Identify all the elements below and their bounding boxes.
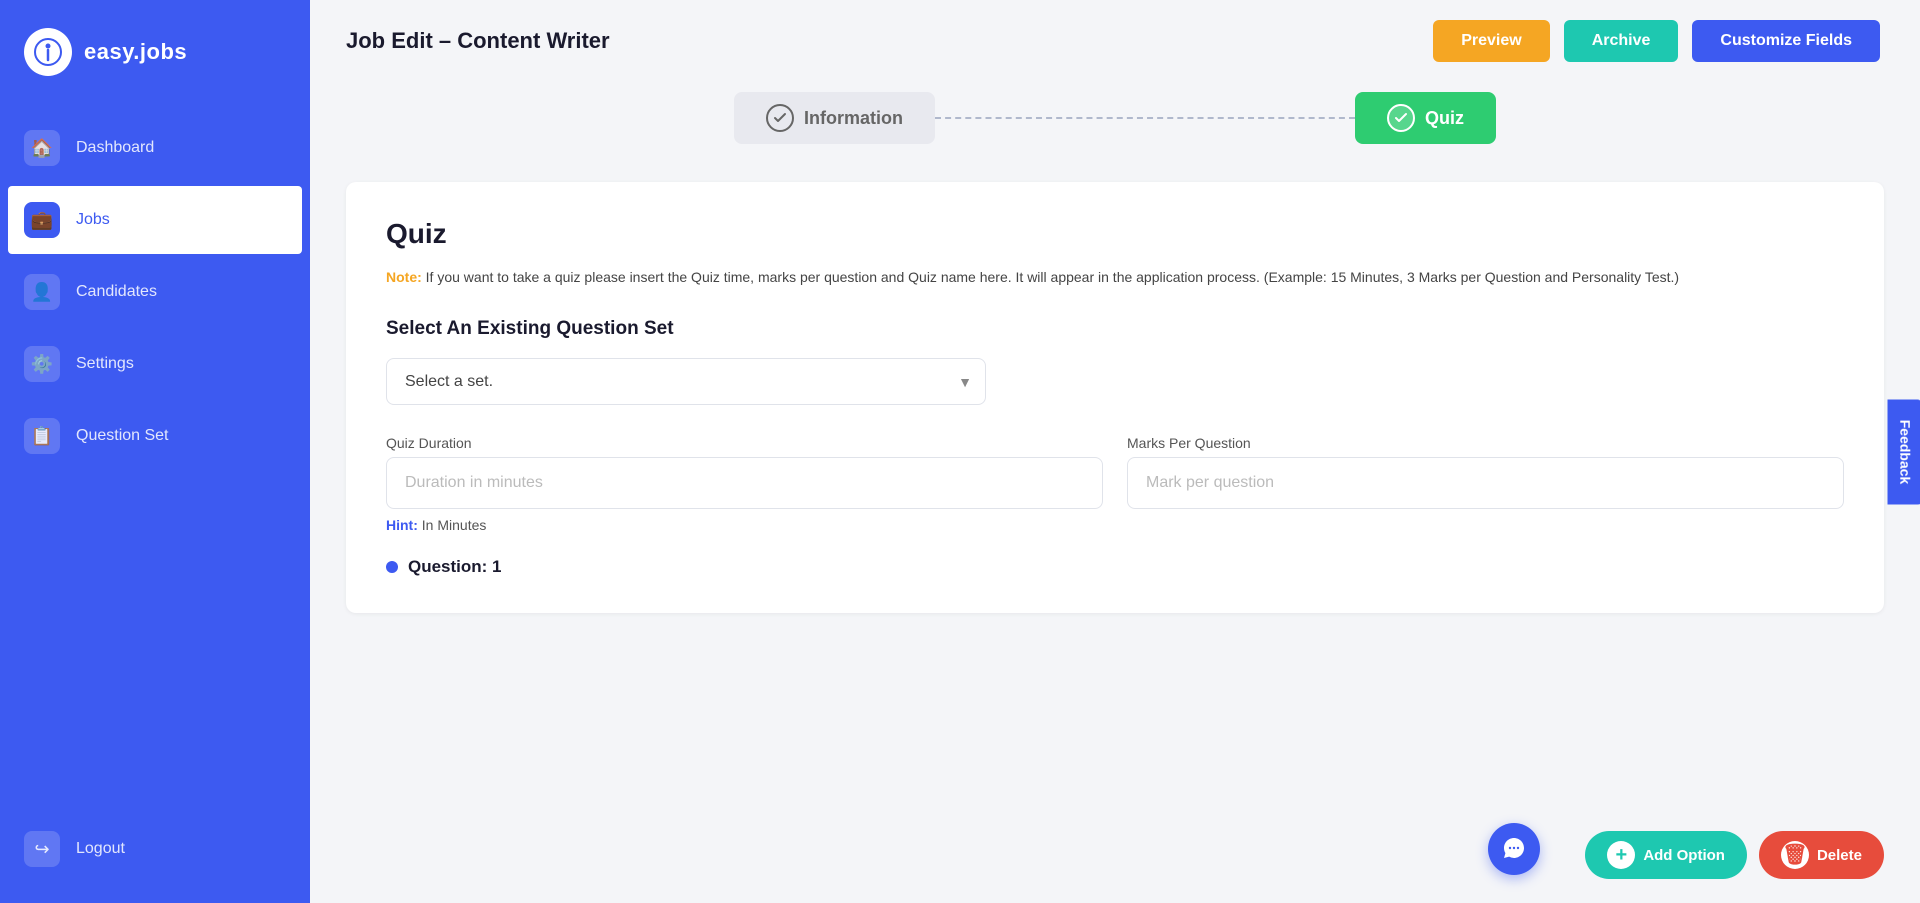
- step-information-icon: [766, 104, 794, 132]
- note-text: If you want to take a quiz please insert…: [422, 269, 1679, 285]
- marks-input[interactable]: [1127, 457, 1844, 509]
- question-item-1: Question: 1: [386, 557, 1844, 577]
- dashboard-label: Dashboard: [76, 139, 154, 157]
- feedback-tab[interactable]: Feedback: [1888, 399, 1920, 504]
- logout-icon: ↪: [24, 831, 60, 867]
- chat-bubble-button[interactable]: [1488, 823, 1540, 875]
- archive-button[interactable]: Archive: [1564, 20, 1679, 62]
- hint-value: In Minutes: [418, 517, 486, 533]
- sidebar-nav: 🏠 Dashboard 💼 Jobs 👤 Candidates ⚙️ Setti…: [0, 114, 310, 470]
- sidebar-item-settings[interactable]: ⚙️ Settings: [0, 330, 310, 398]
- sidebar: easy.jobs 🏠 Dashboard 💼 Jobs 👤 Candidate…: [0, 0, 310, 903]
- settings-icon: ⚙️: [24, 346, 60, 382]
- question-dot: [386, 561, 398, 573]
- add-option-button[interactable]: + Add Option: [1585, 831, 1747, 879]
- step-quiz-label: Quiz: [1425, 108, 1464, 129]
- question-label: Question: 1: [408, 557, 502, 577]
- sidebar-item-jobs[interactable]: 💼 Jobs: [8, 186, 302, 254]
- sidebar-item-candidates[interactable]: 👤 Candidates: [0, 258, 310, 326]
- step-quiz-icon: [1387, 104, 1415, 132]
- duration-field-group: Quiz Duration: [386, 435, 1103, 509]
- candidates-label: Candidates: [76, 283, 157, 301]
- page-header: Job Edit – Content Writer Preview Archiv…: [310, 0, 1920, 78]
- jobs-label: Jobs: [76, 211, 110, 229]
- candidates-icon: 👤: [24, 274, 60, 310]
- note-label: Note:: [386, 269, 422, 285]
- duration-input[interactable]: [386, 457, 1103, 509]
- app-logo-text: easy.jobs: [84, 39, 187, 65]
- steps-bar: Information Quiz: [310, 78, 1920, 158]
- question-set-select-wrapper: Select a set. ▼: [386, 358, 986, 405]
- page-title: Job Edit – Content Writer: [346, 28, 610, 54]
- add-option-label: Add Option: [1643, 847, 1725, 864]
- customize-fields-button[interactable]: Customize Fields: [1692, 20, 1880, 62]
- fields-row: Quiz Duration Marks Per Question: [386, 435, 1844, 509]
- marks-label: Marks Per Question: [1127, 435, 1844, 451]
- step-information[interactable]: Information: [734, 92, 935, 144]
- question-set-icon: 📋: [24, 418, 60, 454]
- question-set-label: Question Set: [76, 427, 169, 445]
- delete-label: Delete: [1817, 847, 1862, 864]
- step-connector: [935, 117, 1355, 119]
- question-set-select[interactable]: Select a set.: [386, 358, 986, 405]
- sidebar-item-dashboard[interactable]: 🏠 Dashboard: [0, 114, 310, 182]
- sidebar-item-question-set[interactable]: 📋 Question Set: [0, 402, 310, 470]
- preview-button[interactable]: Preview: [1433, 20, 1549, 62]
- step-information-label: Information: [804, 108, 903, 129]
- quiz-title: Quiz: [386, 218, 1844, 250]
- sidebar-item-logout[interactable]: ↪ Logout: [0, 815, 310, 883]
- main-content: Job Edit – Content Writer Preview Archiv…: [310, 0, 1920, 903]
- sidebar-logo: easy.jobs: [0, 0, 310, 104]
- marks-field-group: Marks Per Question: [1127, 435, 1844, 509]
- bottom-actions: + Add Option 🗑 Delete: [1585, 831, 1884, 879]
- logout-label: Logout: [76, 840, 125, 858]
- header-actions: Preview Archive Customize Fields: [1433, 20, 1880, 62]
- content-area: Quiz Note: If you want to take a quiz pl…: [310, 158, 1920, 903]
- add-option-icon: +: [1607, 841, 1635, 869]
- feedback-label: Feedback: [1898, 419, 1914, 484]
- delete-button[interactable]: 🗑 Delete: [1759, 831, 1884, 879]
- settings-label: Settings: [76, 355, 134, 373]
- select-section-label: Select An Existing Question Set: [386, 318, 1844, 340]
- step-quiz[interactable]: Quiz: [1355, 92, 1496, 144]
- jobs-icon: 💼: [24, 202, 60, 238]
- hint-label: Hint:: [386, 517, 418, 533]
- sidebar-bottom: ↪ Logout: [0, 799, 310, 903]
- quiz-note: Note: If you want to take a quiz please …: [386, 266, 1844, 288]
- delete-icon: 🗑: [1781, 841, 1809, 869]
- home-icon: 🏠: [24, 130, 60, 166]
- logo-icon: [24, 28, 72, 76]
- quiz-section: Quiz Note: If you want to take a quiz pl…: [346, 182, 1884, 613]
- duration-label: Quiz Duration: [386, 435, 1103, 451]
- hint-text: Hint: In Minutes: [386, 517, 1844, 533]
